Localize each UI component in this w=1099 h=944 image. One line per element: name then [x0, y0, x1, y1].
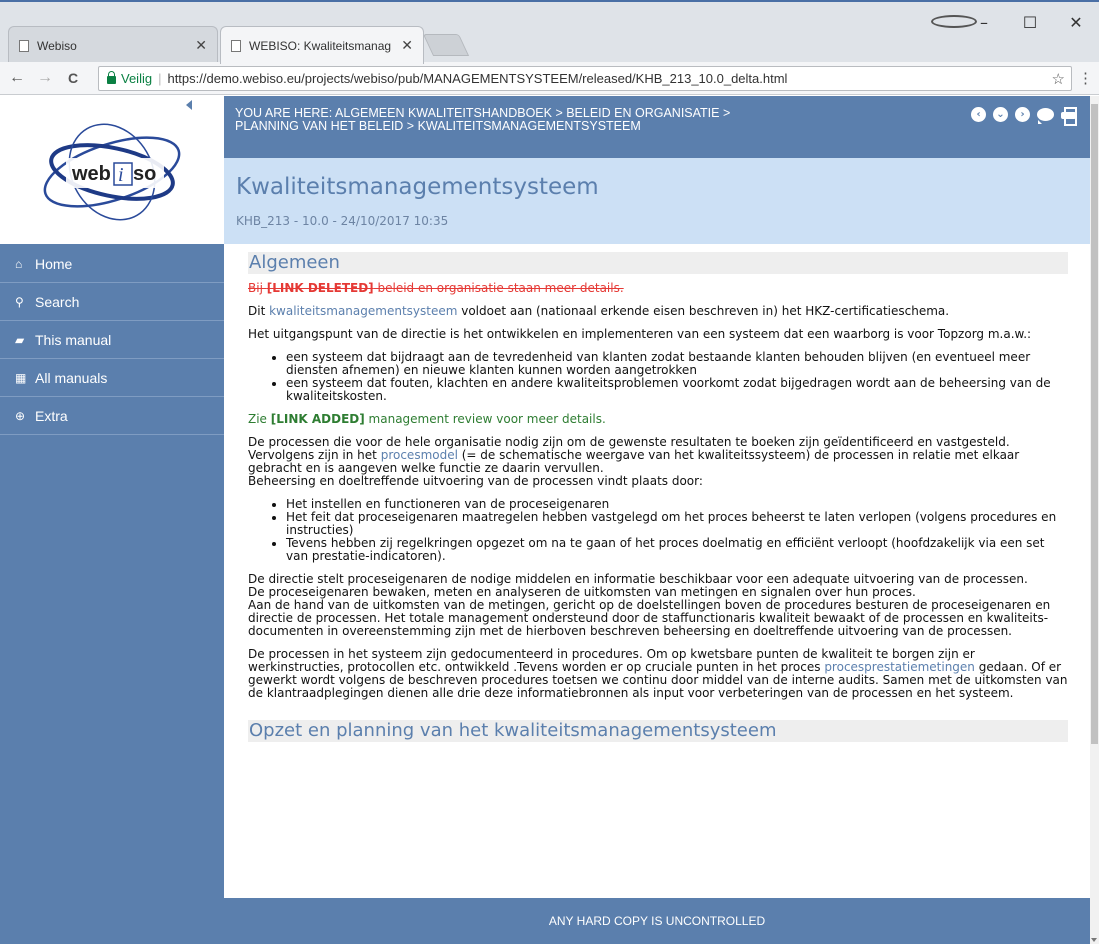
new-tab-button[interactable]: [422, 34, 470, 56]
list-item: Tevens hebben zij regelkringen opgezet o…: [286, 537, 1068, 563]
window-controls: – ☐ ✕: [931, 4, 1099, 40]
breadcrumb[interactable]: YOU ARE HERE: ALGEMEEN KWALITEITSHANDBOE…: [235, 107, 735, 133]
print-icon[interactable]: [1061, 107, 1077, 126]
secure-label: Veilig: [121, 71, 153, 86]
main-content: Algemeen Bij [LINK DELETED] beleid en or…: [248, 252, 1068, 932]
scrollbar-thumb[interactable]: [1091, 104, 1098, 744]
address-bar[interactable]: Veilig | https://demo.webiso.eu/projects…: [98, 66, 1072, 91]
paragraph: Het uitgangspunt van de directie is het …: [248, 327, 1032, 341]
next-page-icon[interactable]: ›: [1015, 107, 1030, 122]
forward-button[interactable]: →: [34, 69, 56, 87]
sidebar-item-label: Extra: [35, 408, 68, 424]
header-toolbar: ‹ ⌄ ›: [971, 107, 1077, 126]
list-item: Het feit dat proceseigenaren maatregelen…: [286, 511, 1068, 537]
reload-button[interactable]: C: [62, 70, 84, 86]
sidebar-item-label: All manuals: [35, 370, 108, 386]
paragraph: De processen in het systeem zijn gedocum…: [248, 647, 1068, 700]
comment-icon[interactable]: [1037, 108, 1054, 124]
bullet-list: Het instellen en functioneren van de pro…: [286, 498, 1068, 563]
page-icon: [19, 39, 29, 52]
page-title: Kwaliteitsmanagementsysteem: [236, 174, 599, 200]
back-button[interactable]: ←: [6, 69, 28, 87]
browser-menu-icon[interactable]: ⋮: [1078, 69, 1093, 87]
kwaliteitsmanagementsysteem-link[interactable]: kwaliteitsmanagementsysteem: [269, 304, 457, 318]
deleted-link-marker: [LINK DELETED]: [266, 281, 374, 295]
procesmodel-link[interactable]: procesmodel: [381, 448, 458, 462]
paragraph: Dit kwaliteitsmanagementsysteem voldoet …: [248, 304, 950, 318]
account-icon[interactable]: [931, 13, 977, 32]
url-separator: |: [158, 71, 162, 86]
added-link-marker[interactable]: [LINK ADDED]: [271, 412, 365, 426]
page-header: YOU ARE HERE: ALGEMEEN KWALITEITSHANDBOE…: [224, 96, 1090, 244]
sidebar-item-label: Search: [35, 294, 80, 310]
close-icon[interactable]: ✕: [195, 37, 207, 54]
svg-text:web: web: [71, 163, 111, 185]
list-item: een systeem dat bijdraagt aan de tevrede…: [286, 351, 1068, 377]
tab-webiso[interactable]: Webiso ✕: [8, 26, 218, 64]
close-window-button[interactable]: ✕: [1053, 13, 1099, 32]
lock-icon: [107, 70, 116, 84]
maximize-button[interactable]: ☐: [1007, 13, 1053, 32]
section-heading: Opzet en planning van het kwaliteitsmana…: [248, 720, 1068, 742]
svg-text:i: i: [118, 164, 124, 186]
webpage: web i so ⌂ Home ⚲ Search ▰ This manual ▦…: [0, 96, 1090, 944]
sidebar-item-all-manuals[interactable]: ▦ All manuals: [0, 360, 224, 397]
added-change-paragraph: Zie [LINK ADDED] management review voor …: [248, 412, 606, 426]
browser-toolbar: ← → C Veilig | https://demo.webiso.eu/pr…: [0, 62, 1099, 95]
previous-page-icon[interactable]: ‹: [971, 107, 986, 122]
footer-banner: ANY HARD COPY IS UNCONTROLLED: [224, 898, 1090, 944]
minimize-button[interactable]: –: [961, 13, 1007, 32]
plus-circle-icon: ⊕: [15, 409, 26, 423]
sidebar-item-home[interactable]: ⌂ Home: [0, 246, 224, 283]
deleted-text: Bij [LINK DELETED] beleid en organisatie…: [248, 281, 624, 295]
section-heading: Algemeen: [248, 252, 1068, 274]
list-item: een systeem dat fouten, klachten en ande…: [286, 377, 1068, 403]
home-icon: ⌂: [15, 257, 23, 271]
search-icon: ⚲: [15, 295, 24, 309]
grid-icon: ▦: [15, 371, 27, 385]
collapse-sidebar-icon[interactable]: [186, 100, 192, 110]
webiso-logo[interactable]: web i so: [32, 110, 192, 230]
page-scrollbar[interactable]: [1090, 96, 1099, 944]
bookmark-star-icon[interactable]: ☆: [1052, 70, 1065, 88]
svg-text:so: so: [133, 163, 156, 185]
page-icon: [231, 39, 241, 52]
close-icon[interactable]: ✕: [401, 37, 413, 54]
scroll-down-arrow[interactable]: [1091, 938, 1097, 942]
sidebar-item-label: Home: [35, 256, 73, 272]
sidebar-item-this-manual[interactable]: ▰ This manual: [0, 322, 224, 359]
url-text[interactable]: https://demo.webiso.eu/projects/webiso/p…: [167, 71, 787, 86]
browser-titlebar: Webiso ✕ WEBISO: Kwaliteitsmanag ✕ – ☐ ✕: [0, 0, 1099, 64]
tab-title: Webiso: [37, 38, 77, 53]
logo-area: web i so: [0, 96, 224, 244]
sidebar-item-extra[interactable]: ⊕ Extra: [0, 398, 224, 435]
sidebar-item-search[interactable]: ⚲ Search: [0, 284, 224, 321]
book-icon: ▰: [15, 333, 25, 347]
bullet-list: een systeem dat bijdraagt aan de tevrede…: [286, 351, 1068, 403]
procesprestatiemetingen-link[interactable]: procesprestatiemetingen: [824, 660, 975, 674]
tab-title: WEBISO: Kwaliteitsmanag: [249, 38, 392, 53]
document-meta: KHB_213 - 10.0 - 24/10/2017 10:35: [236, 214, 449, 228]
download-icon[interactable]: ⌄: [993, 107, 1008, 122]
tab-kwaliteitsmanagement[interactable]: WEBISO: Kwaliteitsmanag ✕: [220, 26, 424, 64]
paragraph: De processen die voor de hele organisati…: [248, 435, 1020, 488]
paragraph: De directie stelt proceseigenaren de nod…: [248, 572, 1051, 638]
deleted-change-paragraph: Bij [LINK DELETED] beleid en organisatie…: [248, 282, 1068, 295]
sidebar-item-label: This manual: [35, 332, 112, 348]
breadcrumb-bar: YOU ARE HERE: ALGEMEEN KWALITEITSHANDBOE…: [224, 96, 1090, 158]
sidebar: web i so ⌂ Home ⚲ Search ▰ This manual ▦…: [0, 96, 224, 944]
